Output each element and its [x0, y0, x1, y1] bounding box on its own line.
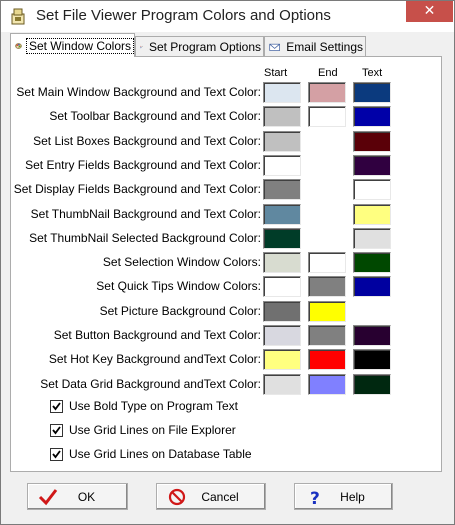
option-label: Use Bold Type on Program Text — [69, 399, 238, 413]
color-swatch-text[interactable] — [353, 325, 391, 346]
column-header-end: End — [318, 67, 338, 79]
checkbox[interactable] — [50, 399, 63, 413]
color-swatch-start[interactable] — [263, 325, 301, 346]
color-swatch-start[interactable] — [263, 252, 301, 273]
color-swatch-start[interactable] — [263, 301, 301, 322]
tab-label: Email Settings — [286, 39, 363, 54]
color-swatch-start[interactable] — [263, 374, 301, 395]
color-row-label: Set ThumbNail Selected Background Color: — [29, 231, 261, 245]
close-icon: ✕ — [423, 3, 436, 19]
column-header-text: Text — [362, 67, 383, 79]
color-swatch-end[interactable] — [308, 374, 346, 395]
color-swatch-text[interactable] — [353, 106, 391, 127]
title-bar: Set File Viewer Program Colors and Optio… — [1, 1, 454, 32]
color-row-label: Set ThumbNail Background and Text Color: — [30, 207, 261, 221]
color-swatch-text[interactable] — [353, 179, 391, 200]
color-row-label: Set Entry Fields Background and Text Col… — [25, 158, 261, 172]
tab-set-window-colors[interactable]: Set Window Colors — [10, 33, 135, 57]
color-swatch-text[interactable] — [353, 228, 391, 249]
option-label: Use Grid Lines on File Explorer — [69, 423, 236, 437]
color-row-label: Set Button Background and Text Color: — [53, 328, 261, 342]
checkmark-icon — [52, 425, 61, 434]
color-swatch-end[interactable] — [308, 301, 346, 322]
tab-label: Set Program Options — [148, 39, 261, 54]
tab-email-settings[interactable]: Email Settings — [264, 36, 366, 56]
color-swatch-text[interactable] — [353, 252, 391, 273]
help-button[interactable]: ? Help — [294, 483, 393, 510]
option-label: Use Grid Lines on Database Table — [69, 447, 252, 461]
dialog-window: Set File Viewer Program Colors and Optio… — [0, 0, 455, 525]
color-swatch-start[interactable] — [263, 228, 301, 249]
color-swatch-start[interactable] — [263, 276, 301, 297]
color-row-label: Set Hot Key Background andText Color: — [48, 352, 261, 366]
color-swatch-end[interactable] — [308, 276, 346, 297]
envelope-icon — [269, 43, 280, 51]
color-swatch-end[interactable] — [308, 252, 346, 273]
color-row-label: Set List Boxes Background and Text Color… — [33, 134, 261, 148]
color-swatch-end[interactable] — [308, 82, 346, 103]
color-swatch-start[interactable] — [263, 82, 301, 103]
color-swatch-text[interactable] — [353, 276, 391, 297]
color-swatch-start[interactable] — [263, 204, 301, 225]
ok-label: OK — [77, 489, 96, 504]
checkbox[interactable] — [50, 423, 63, 437]
checkbox[interactable] — [50, 447, 63, 461]
cancel-button[interactable]: Cancel — [156, 483, 266, 510]
color-row-label: Set Data Grid Background andText Color: — [40, 377, 261, 391]
color-swatch-text[interactable] — [353, 131, 391, 152]
ok-button[interactable]: OK — [27, 483, 128, 510]
wrench-icon — [140, 45, 143, 48]
color-swatch-start[interactable] — [263, 179, 301, 200]
color-swatch-end[interactable] — [308, 106, 346, 127]
palette-icon — [15, 42, 22, 49]
color-swatch-text[interactable] — [353, 349, 391, 370]
color-swatch-end[interactable] — [308, 325, 346, 346]
colors-panel: Start End Text Set Main Window Backgroun… — [10, 56, 442, 472]
color-row-label: Set Picture Background Color: — [99, 304, 261, 318]
column-header-start: Start — [264, 67, 288, 79]
color-swatch-start[interactable] — [263, 155, 301, 176]
option-grid-database-table[interactable]: Use Grid Lines on Database Table — [50, 447, 252, 461]
color-swatch-start[interactable] — [263, 131, 301, 152]
cancel-label: Cancel — [201, 489, 239, 504]
button-bar: OK Cancel ? Help — [10, 475, 442, 517]
color-swatch-start[interactable] — [263, 106, 301, 127]
close-button[interactable]: ✕ — [406, 1, 453, 22]
color-row-label: Set Quick Tips Window Colors: — [96, 279, 261, 293]
color-row-label: Set Main Window Background and Text Colo… — [16, 85, 261, 99]
help-label: Help — [340, 489, 365, 504]
color-row-label: Set Display Fields Background and Text C… — [13, 182, 261, 196]
tab-set-program-options[interactable]: Set Program Options — [135, 36, 264, 56]
color-swatch-text[interactable] — [353, 155, 391, 176]
color-swatch-start[interactable] — [263, 349, 301, 370]
color-swatch-text[interactable] — [353, 82, 391, 103]
option-grid-file-explorer[interactable]: Use Grid Lines on File Explorer — [50, 423, 236, 437]
option-bold-type[interactable]: Use Bold Type on Program Text — [50, 399, 238, 413]
checkmark-icon — [52, 449, 61, 458]
color-swatch-text[interactable] — [353, 204, 391, 225]
color-row-label: Set Toolbar Background and Text Color: — [49, 109, 261, 123]
color-row-label: Set Selection Window Colors: — [102, 255, 261, 269]
checkmark-icon — [52, 401, 61, 410]
window-title: Set File Viewer Program Colors and Optio… — [36, 7, 331, 24]
app-icon — [11, 8, 25, 25]
tab-strip: Set Window Colors Set Program Options Em… — [1, 32, 454, 57]
color-swatch-end[interactable] — [308, 349, 346, 370]
tab-label: Set Window Colors — [28, 38, 131, 53]
color-swatch-text[interactable] — [353, 374, 391, 395]
